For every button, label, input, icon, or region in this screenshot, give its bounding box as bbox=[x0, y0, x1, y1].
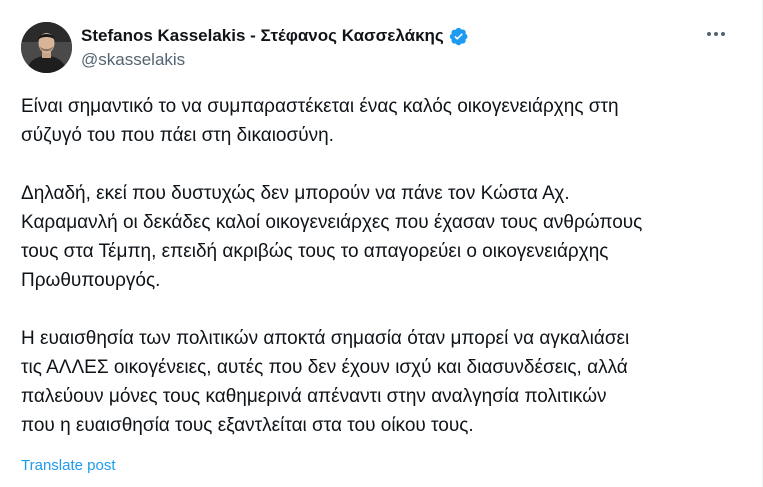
tweet-text: Είναι σημαντικό το να συμπαραστέκεται έν… bbox=[21, 92, 733, 440]
tweet-paragraph: Είναι σημαντικό το να συμπαραστέκεται έν… bbox=[21, 96, 619, 146]
verified-badge-icon[interactable] bbox=[448, 26, 469, 47]
translate-post-link[interactable]: Translate post bbox=[21, 457, 116, 474]
tweet-paragraph: Η ευαισθησία των πολιτικών αποκτά σημασί… bbox=[21, 328, 630, 436]
author-handle[interactable]: @skasselakis bbox=[81, 50, 185, 70]
tweet-paragraph: Δηλαδή, εκεί που δυστυχώς δεν μπορούν να… bbox=[21, 183, 643, 291]
profile-photo bbox=[21, 22, 72, 73]
avatar[interactable] bbox=[21, 22, 72, 73]
author-display-name[interactable]: Stefanos Kasselakis - Στέφανος Κασσελάκη… bbox=[81, 26, 444, 46]
author-name-row[interactable]: Stefanos Kasselakis - Στέφανος Κασσελάκη… bbox=[81, 24, 469, 48]
more-horizontal-icon[interactable] bbox=[702, 24, 730, 44]
tweet-card: Stefanos Kasselakis - Στέφανος Κασσελάκη… bbox=[0, 0, 751, 487]
